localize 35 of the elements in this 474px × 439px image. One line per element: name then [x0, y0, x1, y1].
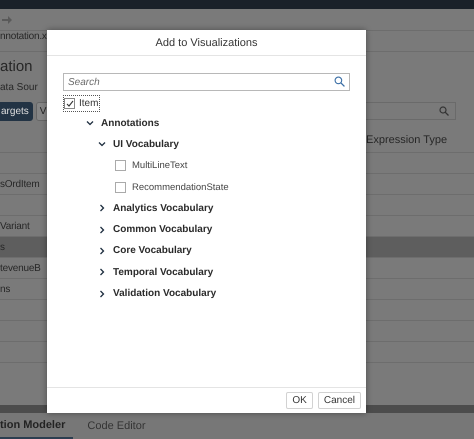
- chevron-right-icon[interactable]: [97, 288, 107, 299]
- tree-item[interactable]: Temporal Vocabulary: [113, 266, 214, 278]
- table-cell: Variant: [0, 220, 30, 232]
- column-header: Expression Type: [366, 134, 448, 146]
- checkbox[interactable]: [64, 98, 75, 109]
- tree-item[interactable]: Annotations: [101, 118, 160, 129]
- chevron-right-icon[interactable]: [97, 246, 107, 256]
- dialog-button[interactable]: Cancel: [318, 392, 361, 409]
- tree-item[interactable]: UI Vocabulary: [113, 138, 179, 150]
- data-source-label: ata Sour: [0, 82, 38, 95]
- table-cell: s: [0, 242, 5, 252]
- checkbox[interactable]: [115, 160, 126, 172]
- tree-item-label: MultiLineText: [132, 160, 188, 172]
- table-cell: sOrdItem: [0, 178, 40, 190]
- table-cell: tevenueB: [0, 262, 41, 274]
- search-icon: [334, 76, 345, 87]
- chevron-right-icon[interactable]: [97, 203, 107, 214]
- dialog-title: Add to Visualizations: [47, 30, 366, 56]
- tree-item[interactable]: Core Vocabulary: [113, 245, 192, 256]
- chevron-right-icon[interactable]: [97, 267, 107, 278]
- tree-item[interactable]: Item: [63, 95, 100, 112]
- tree-item[interactable]: Validation Vocabulary: [113, 288, 216, 300]
- tree-item[interactable]: Analytics Vocabulary: [113, 202, 214, 214]
- tree-item[interactable]: Common Vocabulary: [113, 224, 212, 236]
- tree-item-label: RecommendationState: [132, 182, 229, 193]
- search-icon: [439, 106, 449, 116]
- page-heading: ation: [0, 58, 33, 77]
- checkbox[interactable]: [115, 182, 126, 193]
- table-cell: ns: [0, 284, 10, 294]
- chevron-right-icon[interactable]: [97, 224, 107, 235]
- search-field[interactable]: Search: [63, 73, 350, 91]
- tree-item-label: Item: [79, 98, 98, 109]
- file-tab[interactable]: nnotation.x: [0, 31, 47, 42]
- segment-button[interactable]: argets: [0, 102, 33, 120]
- dialog-button[interactable]: OK: [286, 392, 313, 409]
